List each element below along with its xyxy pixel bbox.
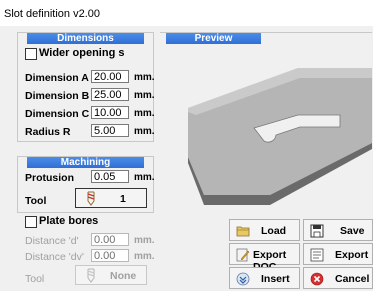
wider-opening-label: Wider opening s xyxy=(39,47,125,59)
cancel-button[interactable]: Cancel xyxy=(303,267,373,289)
distance-d-label: Distance 'd' xyxy=(25,235,79,247)
dimension-c-label: Dimension C xyxy=(25,108,90,120)
radius-r-label: Radius R xyxy=(25,126,71,138)
insert-label: Insert xyxy=(261,273,290,285)
distance-dv-label: Distance 'dv' xyxy=(25,251,84,263)
close-circle-icon xyxy=(310,272,324,286)
distance-dv-input[interactable]: 0.00 xyxy=(91,249,129,262)
load-button[interactable]: Load xyxy=(229,219,300,241)
cancel-label: Cancel xyxy=(335,273,370,285)
plate-bores-checkbox[interactable] xyxy=(25,216,37,228)
radius-r-unit: mm. xyxy=(134,126,155,137)
dimension-a-unit: mm. xyxy=(134,72,155,83)
save-label: Save xyxy=(340,225,365,237)
export-doc-button[interactable]: Export DOC xyxy=(229,243,300,273)
machining-header: Machining xyxy=(27,157,144,168)
preview-image xyxy=(188,68,372,205)
load-label: Load xyxy=(261,225,287,237)
export-label: Export xyxy=(335,249,369,261)
protusion-input[interactable]: 0.05 xyxy=(91,170,129,183)
drill-tool-disabled-icon xyxy=(87,268,95,283)
tool2-select-button[interactable]: None xyxy=(75,265,147,285)
folder-icon xyxy=(236,226,250,237)
plate-bores-label: Plate bores xyxy=(39,215,99,227)
wider-opening-checkbox[interactable] xyxy=(25,48,37,60)
chevron-down-circle-icon xyxy=(236,272,250,286)
drill-tool-icon xyxy=(87,191,95,206)
dimension-b-input[interactable]: 25.00 xyxy=(91,88,129,101)
protusion-label: Protusion xyxy=(25,172,74,184)
preview-header: Preview xyxy=(166,33,261,44)
insert-button[interactable]: Insert xyxy=(229,267,300,289)
save-button[interactable]: Save xyxy=(303,219,373,241)
dimension-a-label: Dimension A xyxy=(25,72,89,84)
dimensions-header: Dimensions xyxy=(27,33,144,44)
tool-select-button[interactable]: 1 xyxy=(75,188,147,208)
floppy-disk-icon xyxy=(310,224,324,238)
protusion-unit: mm. xyxy=(134,172,155,183)
window-title: Slot definition v2.00 xyxy=(4,8,101,20)
radius-r-input[interactable]: 5.00 xyxy=(91,124,129,137)
tool-label: Tool xyxy=(25,195,47,207)
distance-dv-unit: mm. xyxy=(134,251,155,262)
edit-document-icon xyxy=(236,248,250,262)
tool2-value: None xyxy=(110,270,137,282)
dimension-b-label: Dimension B xyxy=(25,90,90,102)
export-file-icon xyxy=(310,248,324,262)
dimension-c-unit: mm. xyxy=(134,108,155,119)
distance-d-unit: mm. xyxy=(134,235,155,246)
dimension-c-input[interactable]: 10.00 xyxy=(91,106,129,119)
distance-d-input[interactable]: 0.00 xyxy=(91,233,129,246)
dimension-a-input[interactable]: 20.00 xyxy=(91,70,129,83)
tool-value: 1 xyxy=(120,193,126,205)
title-bar: Slot definition v2.00 xyxy=(0,0,373,26)
dimension-b-unit: mm. xyxy=(134,90,155,101)
export-button[interactable]: Export xyxy=(303,243,373,265)
tool2-label: Tool xyxy=(25,273,45,285)
